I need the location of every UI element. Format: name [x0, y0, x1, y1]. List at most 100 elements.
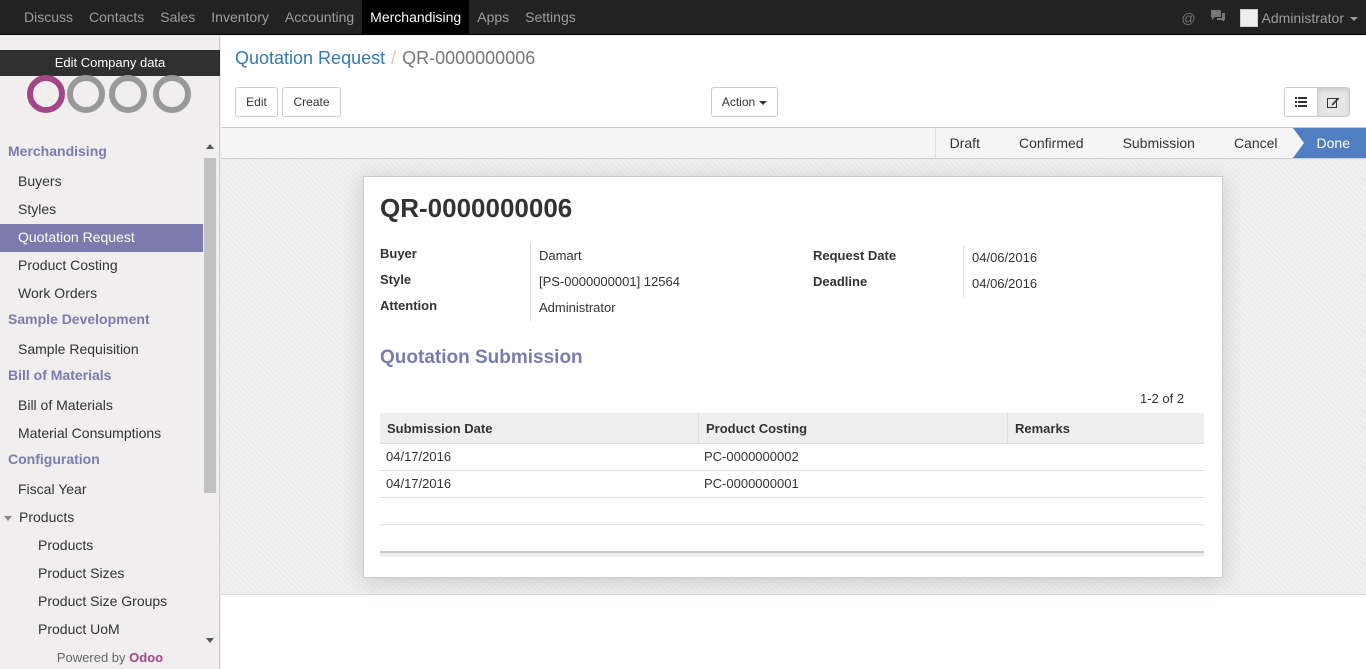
stage-draft[interactable]: Draft [934, 128, 1006, 158]
sidebar-item-material-consumptions[interactable]: Material Consumptions [0, 420, 203, 448]
stage-cancel[interactable]: Cancel [1208, 128, 1303, 158]
stage-confirmed[interactable]: Confirmed [993, 128, 1109, 158]
odoo-logo[interactable] [26, 74, 196, 114]
sidebar-item-fiscal-year[interactable]: Fiscal Year [0, 476, 203, 504]
user-menu[interactable]: Administrator [1262, 10, 1358, 26]
table-header: Submission Date Product Costing Remarks [380, 413, 1204, 444]
menu-accounting[interactable]: Accounting [277, 0, 362, 35]
menu-contacts[interactable]: Contacts [81, 0, 152, 35]
main-content: Quotation Request / QR-0000000006 Edit Cre… [221, 36, 1366, 669]
sidebar-item-product-costing[interactable]: Product Costing [0, 252, 203, 280]
buyer-label: Buyer [380, 246, 417, 261]
pager[interactable]: 1-2 of 2 [1140, 391, 1184, 406]
record-title: QR-0000000006 [380, 193, 573, 223]
section-title: Quotation Submission [380, 347, 583, 368]
breadcrumb-separator: / [391, 48, 397, 68]
sidebar: Edit Company data Merchandising Buyers S… [0, 36, 220, 669]
sidebar-item-product-sizes[interactable]: Product Sizes [0, 560, 203, 588]
deadline-label: Deadline [813, 274, 868, 289]
form-sheet: QR-0000000006 Buyer Style Attention Dama… [363, 176, 1223, 578]
request-date-value: 04/06/2016 [972, 250, 1038, 265]
table-empty-row [380, 498, 1204, 525]
menu-discuss[interactable]: Discuss [16, 0, 81, 35]
odoo-link[interactable]: Odoo [129, 650, 163, 665]
scroll-down-icon[interactable] [206, 638, 214, 643]
menu-settings[interactable]: Settings [517, 0, 584, 35]
cell-product-costing: PC-0000000002 [704, 449, 799, 464]
chat-icon[interactable] [1210, 9, 1226, 26]
control-panel: Quotation Request / QR-0000000006 Edit Cre… [221, 36, 1366, 128]
buyer-value: Damart [539, 248, 582, 263]
menu-apps[interactable]: Apps [469, 0, 517, 35]
menu-sales[interactable]: Sales [152, 0, 203, 35]
table-row[interactable]: 04/17/2016 PC-0000000002 [380, 444, 1204, 471]
stage-submission[interactable]: Submission [1097, 128, 1221, 158]
sidebar-item-quotation-request[interactable]: Quotation Request [0, 224, 203, 252]
create-button[interactable]: Create [282, 87, 341, 117]
sidebar-item-products-group[interactable]: Products [0, 504, 203, 532]
cell-submission-date: 04/17/2016 [386, 449, 452, 464]
sidebar-item-product-uom[interactable]: Product UoM [0, 616, 203, 644]
section-merchandising: Merchandising [8, 143, 107, 159]
attention-value: Administrator [539, 300, 616, 315]
scroll-up-icon[interactable] [206, 144, 214, 149]
menu-inventory[interactable]: Inventory [203, 0, 277, 35]
status-bar: Draft Confirmed Submission Cancel Done [221, 128, 1366, 159]
list-view-icon[interactable] [1285, 88, 1317, 116]
stage-done[interactable]: Done [1291, 128, 1366, 158]
sidebar-item-label: Products [19, 509, 75, 525]
label-divider [530, 243, 531, 321]
submission-table: Submission Date Product Costing Remarks … [380, 413, 1204, 557]
breadcrumb-parent[interactable]: Quotation Request [235, 48, 385, 68]
chevron-down-icon [759, 100, 768, 105]
section-sample-development: Sample Development [8, 311, 150, 327]
powered-by: Powered by Odoo [0, 650, 220, 665]
form-view-icon[interactable] [1317, 88, 1349, 116]
app-menu: Discuss Contacts Sales Inventory Account… [16, 0, 584, 35]
request-date-label: Request Date [813, 248, 897, 263]
sidebar-scrollbar[interactable] [203, 140, 218, 650]
column-remarks[interactable]: Remarks [1007, 413, 1204, 443]
action-dropdown[interactable]: Action [711, 87, 778, 117]
sidebar-item-styles[interactable]: Styles [0, 196, 203, 224]
action-label: Action [721, 95, 756, 109]
breadcrumb: Quotation Request / QR-0000000006 [235, 48, 535, 69]
form-background: QR-0000000006 Buyer Style Attention Dama… [221, 159, 1366, 595]
cell-submission-date: 04/17/2016 [386, 476, 452, 491]
cell-remarks [1007, 471, 1204, 497]
top-navbar: Discuss Contacts Sales Inventory Account… [0, 0, 1366, 35]
sidebar-item-products[interactable]: Products [0, 532, 203, 560]
scrollbar-thumb[interactable] [204, 158, 216, 493]
table-footer [380, 551, 1204, 557]
sidebar-item-bill-of-materials[interactable]: Bill of Materials [0, 392, 203, 420]
powered-by-text: Powered by [56, 650, 126, 665]
column-product-costing[interactable]: Product Costing [698, 413, 1007, 443]
at-icon[interactable]: @ [1181, 10, 1195, 26]
sidebar-item-sample-requisition[interactable]: Sample Requisition [0, 336, 203, 364]
cell-product-costing: PC-0000000001 [704, 476, 799, 491]
view-switcher [1284, 87, 1350, 117]
style-value: [PS-0000000001] 12564 [539, 274, 680, 289]
cell-remarks [1007, 444, 1204, 470]
expand-icon [4, 515, 12, 521]
menu-merchandising[interactable]: Merchandising [362, 0, 470, 35]
status-stages: Draft Confirmed Submission Cancel Done [934, 128, 1366, 158]
style-label: Style [380, 272, 412, 287]
edit-company-button[interactable]: Edit Company data [0, 50, 220, 76]
attention-label: Attention [380, 298, 438, 313]
label-divider [963, 245, 964, 297]
section-bill-of-materials: Bill of Materials [8, 367, 112, 383]
sidebar-item-work-orders[interactable]: Work Orders [0, 280, 203, 308]
avatar[interactable] [1239, 8, 1258, 27]
section-configuration: Configuration [8, 451, 100, 467]
sidebar-item-buyers[interactable]: Buyers [0, 168, 203, 196]
edit-button[interactable]: Edit [235, 87, 278, 117]
user-name: Administrator [1261, 9, 1344, 26]
table-row[interactable]: 04/17/2016 PC-0000000001 [380, 471, 1204, 498]
column-submission-date[interactable]: Submission Date [380, 413, 698, 443]
user-area: @ Administrator [1181, 0, 1358, 35]
breadcrumb-current: QR-0000000006 [402, 48, 536, 68]
deadline-value: 04/06/2016 [972, 276, 1038, 291]
sidebar-menu: Merchandising Buyers Styles Quotation Re… [0, 140, 203, 644]
sidebar-item-product-size-groups[interactable]: Product Size Groups [0, 588, 203, 616]
